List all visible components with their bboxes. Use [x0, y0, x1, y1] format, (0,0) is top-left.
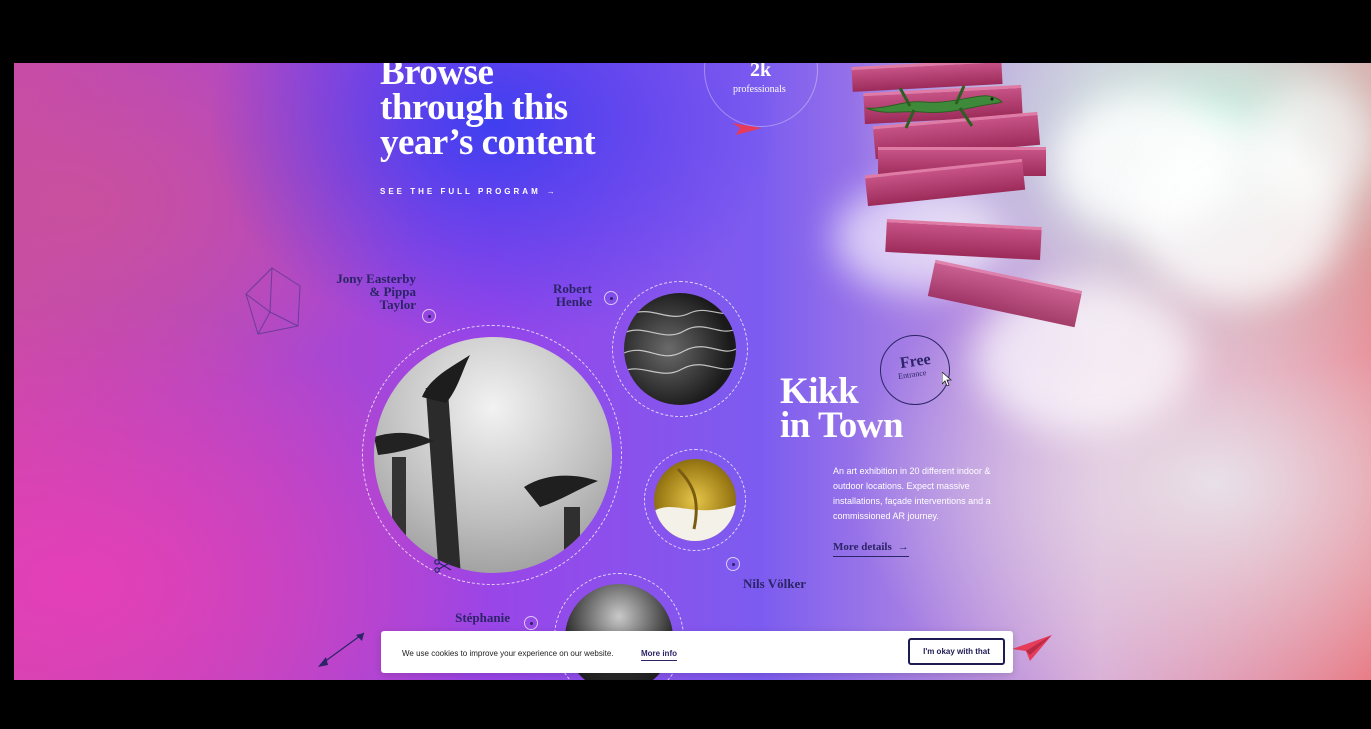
stat-value: 2k [750, 63, 772, 81]
wireframe-cube-icon [245, 267, 301, 335]
cloud [1254, 83, 1371, 203]
kikk-description: An art exhibition in 20 different indoor… [833, 466, 991, 521]
paper-plane-icon [1012, 635, 1052, 661]
web-page-stage: 2k professionals Browse through this yea… [14, 63, 1371, 680]
yellow-fabric-image [654, 467, 736, 541]
scissors-icon [434, 559, 452, 573]
kikk-title-line: in Town [780, 405, 904, 446]
see-full-program-label: SEE THE FULL PROGRAM [380, 187, 541, 196]
page-title-line: Browse [380, 63, 494, 93]
arrow-right-icon: → [897, 541, 909, 553]
speaker-photo-light-waves[interactable] [624, 293, 736, 405]
speaker-dot[interactable] [726, 557, 740, 571]
page-title-line: through this [380, 87, 568, 128]
speaker-name-line: Taylor [379, 297, 416, 312]
arrow-icon [318, 632, 365, 667]
speaker-dot[interactable] [422, 309, 436, 323]
speaker-name-stephanie[interactable]: Stéphanie [434, 611, 510, 624]
speaker-name-line: Stéphanie [455, 610, 510, 625]
birds-sculpture-image [374, 355, 598, 573]
speaker-name-nils-volker[interactable]: Nils Völker [730, 577, 806, 590]
speaker-name-jony-easterby[interactable]: Jony Easterby & Pippa Taylor [314, 272, 416, 311]
speaker-name-line: Nils Völker [743, 576, 806, 591]
more-details-label: More details [833, 541, 892, 553]
light-waves-image [624, 309, 736, 374]
cookie-more-info-link[interactable]: More info [641, 649, 677, 661]
cookie-accept-button[interactable]: I'm okay with that [908, 638, 1005, 665]
more-details-link[interactable]: More details → [833, 541, 909, 557]
speaker-dot[interactable] [524, 616, 538, 630]
cookie-banner: We use cookies to improve your experienc… [381, 631, 1013, 673]
speaker-photo-yellow-fabric[interactable] [654, 459, 736, 541]
speaker-dot[interactable] [604, 291, 618, 305]
lizard-icon [865, 85, 1003, 129]
speaker-name-robert-henke[interactable]: Robert Henke [534, 282, 592, 308]
speaker-photo-birds-sculpture[interactable] [374, 337, 612, 573]
mouse-cursor-icon [942, 372, 952, 386]
paper-plane-icon [732, 123, 762, 135]
see-full-program-link[interactable]: SEE THE FULL PROGRAM → [380, 187, 558, 196]
page-title: Browse through this year’s content [380, 63, 700, 163]
cookie-message: We use cookies to improve your experienc… [402, 649, 614, 658]
video-letterbox-bottom [0, 680, 1371, 729]
video-letterbox-left [0, 63, 14, 680]
page-title-line: year’s content [380, 122, 596, 163]
video-letterbox-top [0, 0, 1371, 63]
speaker-name-line: Henke [555, 294, 592, 309]
arrow-right-icon: → [546, 187, 558, 196]
stat-label: professionals [733, 84, 786, 95]
